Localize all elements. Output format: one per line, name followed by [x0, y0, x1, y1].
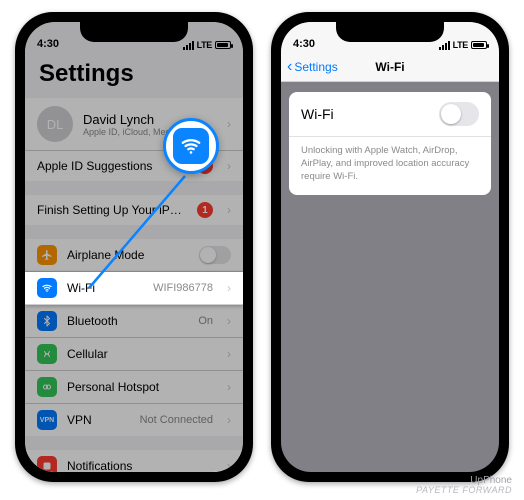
chevron-right-icon: › [227, 159, 231, 173]
chevron-right-icon: › [227, 117, 231, 131]
row-notifications[interactable]: Notifications › [25, 450, 243, 472]
cellular-icon [37, 344, 57, 364]
phone-right: 4:30 LTE ‹ Settings Wi-Fi Wi-Fi [271, 12, 509, 482]
row-vpn[interactable]: VPN VPN Not Connected › [25, 404, 243, 436]
row-detail: WIFI986778 [153, 282, 213, 294]
chevron-right-icon: › [227, 380, 231, 394]
row-cellular[interactable]: Cellular › [25, 338, 243, 371]
row-label: Personal Hotspot [67, 380, 213, 394]
callout-wifi [163, 118, 219, 174]
row-label: Notifications [67, 459, 213, 472]
wifi-icon [37, 278, 57, 298]
row-label: Finish Setting Up Your iPhone [37, 203, 187, 217]
hotspot-icon [37, 377, 57, 397]
battery-icon [215, 41, 231, 49]
wifi-description: Unlocking with Apple Watch, AirDrop, Air… [289, 137, 491, 195]
row-finish-setup[interactable]: Finish Setting Up Your iPhone 1 › [25, 195, 243, 225]
row-detail: Not Connected [140, 414, 213, 426]
wifi-label: Wi-Fi [301, 106, 439, 122]
airplane-icon [37, 245, 57, 265]
watermark-line2: PAYETTE FORWARD [416, 486, 512, 496]
chevron-right-icon: › [227, 347, 231, 361]
group-finish-setup: Finish Setting Up Your iPhone 1 › [25, 195, 243, 225]
status-time: 4:30 [293, 38, 333, 50]
row-wifi-toggle[interactable]: Wi-Fi [289, 92, 491, 137]
screen-left: 4:30 LTE Settings DL David Lynch Apple I… [25, 22, 243, 472]
carrier-label: LTE [453, 40, 468, 50]
nav-title: Wi-Fi [281, 60, 499, 74]
chevron-right-icon: › [227, 203, 231, 217]
row-label: Cellular [67, 347, 213, 361]
screen-right: 4:30 LTE ‹ Settings Wi-Fi Wi-Fi [281, 22, 499, 472]
notch [80, 22, 188, 42]
nav-bar: ‹ Settings Wi-Fi [281, 52, 499, 82]
chevron-right-icon: › [227, 281, 231, 295]
wifi-toggle[interactable] [439, 102, 479, 126]
vpn-icon: VPN [37, 410, 57, 430]
page-title: Settings [25, 52, 243, 98]
chevron-right-icon: › [227, 459, 231, 472]
row-label: Bluetooth [67, 314, 188, 328]
row-label: Airplane Mode [67, 248, 189, 262]
row-personal-hotspot[interactable]: Personal Hotspot › [25, 371, 243, 404]
row-label: Wi-Fi [67, 281, 143, 295]
row-airplane-mode[interactable]: Airplane Mode [25, 239, 243, 272]
airplane-toggle[interactable] [199, 246, 231, 264]
row-label: Apple ID Suggestions [37, 159, 187, 173]
notifications-icon [37, 456, 57, 472]
row-bluetooth[interactable]: Bluetooth On › [25, 305, 243, 338]
wifi-icon [173, 128, 209, 164]
row-detail: On [198, 315, 213, 327]
avatar: DL [37, 106, 73, 142]
battery-icon [471, 41, 487, 49]
watermark: UpPhone PAYETTE FORWARD [416, 475, 512, 496]
phone-left: 4:30 LTE Settings DL David Lynch Apple I… [15, 12, 253, 482]
row-wifi[interactable]: Wi-Fi WIFI986778 › [25, 272, 243, 305]
signal-icon [439, 41, 450, 50]
group-connectivity: Airplane Mode Wi-Fi WIFI986778 › Bluetoo… [25, 239, 243, 436]
bluetooth-icon [37, 311, 57, 331]
notch [336, 22, 444, 42]
badge-count: 1 [197, 202, 213, 218]
signal-icon [183, 41, 194, 50]
wifi-card: Wi-Fi Unlocking with Apple Watch, AirDro… [289, 92, 491, 195]
row-label: VPN [67, 413, 130, 427]
carrier-label: LTE [197, 40, 212, 50]
chevron-right-icon: › [227, 413, 231, 427]
chevron-right-icon: › [227, 314, 231, 328]
status-time: 4:30 [37, 38, 77, 50]
group-notifications: Notifications › Sounds & Haptics › Do No… [25, 450, 243, 472]
